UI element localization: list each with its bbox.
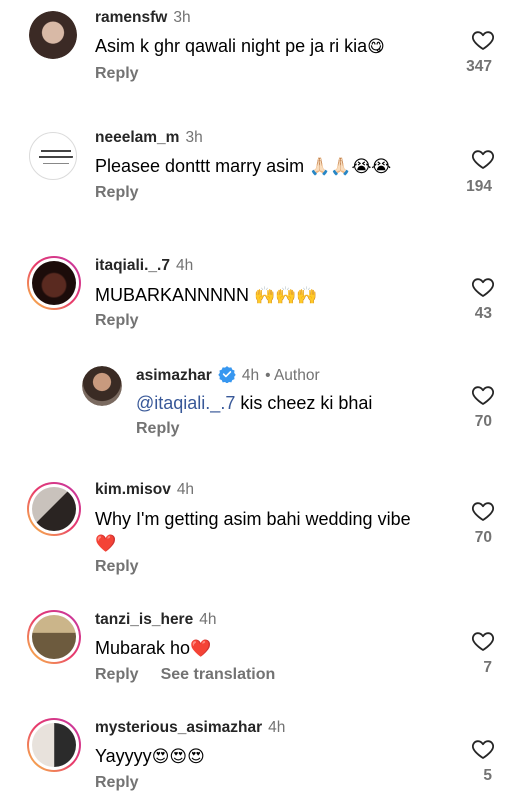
reply-button[interactable]: Reply [95,65,139,83]
heart-outline-icon[interactable] [470,147,496,171]
comment-text: Mubarak ho❤️ [95,638,212,659]
verified-badge-icon [218,366,236,383]
comment-text: @itaqiali._.7 kis cheez ki bhai [136,393,373,413]
like-count: 5 [483,767,492,784]
username[interactable]: itaqiali._.7 [95,257,170,274]
username[interactable]: kim.misov [95,481,171,498]
timestamp: 4h [241,367,260,384]
timestamp: 3h [173,9,191,26]
heart-outline-icon[interactable] [470,383,496,407]
like-count: 7 [483,659,492,676]
username[interactable]: neeelam_m [95,129,179,146]
comment-text: Yayyyy😍😍😍 [95,746,205,767]
reply-button[interactable]: Reply [136,420,180,438]
reply-button[interactable]: Reply [95,312,139,330]
username[interactable]: tanzi_is_here [95,611,193,628]
heart-outline-icon[interactable] [470,629,496,653]
avatar[interactable] [27,718,81,772]
username[interactable]: ramensfw [95,9,167,26]
like-count: 70 [474,529,492,546]
avatar[interactable] [29,11,77,59]
avatar[interactable] [29,132,77,180]
like-count: 347 [466,58,492,75]
timestamp: 4h [175,257,194,274]
heart-outline-icon[interactable] [470,737,496,761]
heart-outline-icon[interactable] [470,28,496,52]
comment-text: MUBARKANNNNN 🙌🙌🙌 [95,285,318,306]
avatar[interactable] [82,366,122,406]
comment-text: Why I'm getting asim bahi wedding vibe ❤️ [95,509,411,554]
timestamp: 4h [199,611,217,628]
timestamp: 4h [268,719,286,736]
avatar[interactable] [27,482,81,536]
mention-link[interactable]: @itaqiali._.7 [136,393,235,413]
like-count: 70 [474,413,492,430]
avatar[interactable] [27,256,81,310]
heart-outline-icon[interactable] [470,275,496,299]
reply-button[interactable]: Reply [95,184,139,202]
reply-button[interactable]: Reply [95,558,139,576]
timestamp: 4h [176,481,195,498]
reply-button[interactable]: Reply [95,774,139,792]
like-count: 194 [466,178,492,195]
username[interactable]: asimazhar [136,367,212,384]
author-label: • Author [265,367,320,384]
reply-button[interactable]: Reply See translation [95,666,275,684]
timestamp: 3h [185,129,203,146]
like-count: 43 [474,305,492,322]
see-translation-button[interactable]: See translation [161,666,276,683]
username[interactable]: mysterious_asimazhar [95,719,262,736]
comment-text: Asim k ghr qawali night pe ja ri kia😋 [95,36,385,57]
comment-text: Pleasee donttt marry asim 🙏🏻🙏🏻😭😭 [95,156,392,177]
heart-outline-icon[interactable] [470,499,496,523]
avatar[interactable] [27,610,81,664]
